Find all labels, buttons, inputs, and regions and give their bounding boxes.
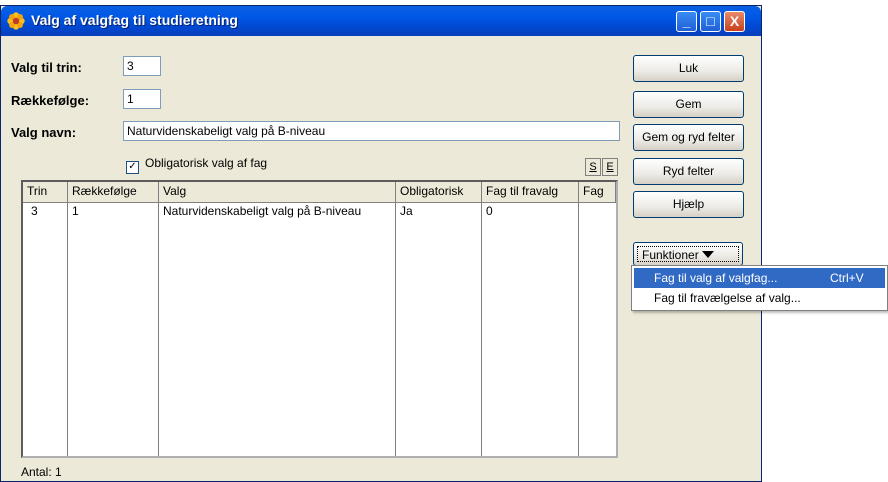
gem-button[interactable]: Gem [633,91,744,118]
cell-obligatorisk: Ja [400,204,413,218]
dropdown-arrow-icon [701,251,714,258]
trin-label: Valg til trin: [11,60,82,75]
column-divider [395,202,396,456]
ryd-felter-button[interactable]: Ryd felter [633,158,744,185]
column-header-fag-til-fravalg[interactable]: Fag til fravalg [482,182,579,202]
column-header-fag[interactable]: Fag [579,182,616,202]
valg-table[interactable]: Trin Rækkefølge Valg Obligatorisk Fag ti… [21,180,618,458]
e-button[interactable]: E [602,158,618,176]
valg-navn-label: Valg navn: [11,125,77,140]
menu-item-shortcut: Ctrl+V [830,271,864,285]
menu-item-fag-til-valg[interactable]: Fag til valg af valgfag... Ctrl+V [634,268,885,288]
cell-fag-til-fravalg: 0 [486,204,493,218]
title-bar[interactable]: Valg af valgfag til studieretning _ □ X [1,6,761,36]
maximize-button[interactable]: □ [700,11,721,32]
column-divider [481,202,482,456]
cell-raekkefoelge: 1 [72,204,79,218]
column-divider [158,202,159,456]
valg-navn-input[interactable]: Naturvidenskabeligt valg på B-niveau [123,121,620,141]
funktioner-focus: Funktioner [637,246,739,262]
trin-input[interactable]: 3 [123,56,161,76]
close-button[interactable]: X [724,11,745,32]
cell-trin: 3 [31,204,38,218]
gem-og-ryd-button[interactable]: Gem og ryd felter [633,124,744,151]
obligatorisk-checkbox-row[interactable]: ✓ Obligatorisk valg af fag [126,156,267,174]
column-header-obligatorisk[interactable]: Obligatorisk [396,182,482,202]
funktioner-menu: Fag til valg af valgfag... Ctrl+V Fag ti… [631,265,888,311]
menu-item-label: Fag til fravælgelse af valg... [654,291,801,305]
table-header: Trin Rækkefølge Valg Obligatorisk Fag ti… [23,182,616,203]
obligatorisk-label: Obligatorisk valg af fag [145,156,268,170]
raekkefoelge-input[interactable]: 1 [123,89,161,109]
column-header-raekkefoelge[interactable]: Rækkefølge [68,182,159,202]
funktioner-label: Funktioner [642,248,699,262]
flower-icon [7,12,25,30]
window-title: Valg af valgfag til studieretning [31,12,238,28]
menu-item-label: Fag til valg af valgfag... [654,271,778,285]
main-window: Valg af valgfag til studieretning _ □ X … [0,5,762,482]
raekkefoelge-label: Rækkefølge: [11,93,90,108]
luk-button[interactable]: Luk [633,55,744,82]
cell-valg: Naturvidenskabeligt valg på B-niveau [163,204,362,218]
obligatorisk-checkbox[interactable]: ✓ [126,161,139,174]
funktioner-button[interactable]: Funktioner [633,242,743,266]
hjaelp-button[interactable]: Hjælp [633,191,744,218]
minimize-button[interactable]: _ [676,11,697,32]
column-divider [67,202,68,456]
column-header-valg[interactable]: Valg [159,182,396,202]
s-button[interactable]: S [585,158,601,176]
count-label: Antal: 1 [21,465,62,479]
column-divider [578,202,579,456]
column-header-trin[interactable]: Trin [23,182,68,202]
menu-item-fag-til-fravaelgelse[interactable]: Fag til fravælgelse af valg... [634,288,885,308]
